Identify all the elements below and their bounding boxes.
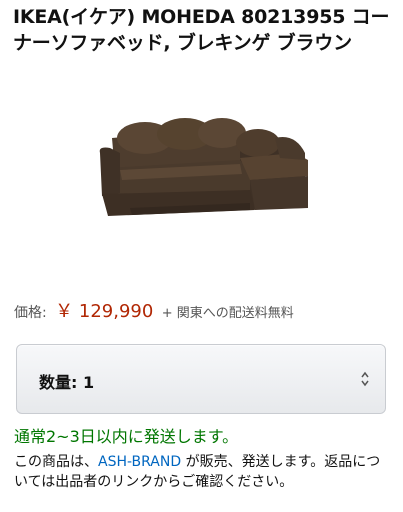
seller-link[interactable]: ASH-BRAND xyxy=(98,454,181,470)
price-value: ￥ 129,990 xyxy=(55,301,154,322)
quantity-label: 数量: 1 xyxy=(39,373,95,392)
up-down-chevron-icon xyxy=(361,371,369,387)
sofa-image xyxy=(99,118,308,216)
availability-status: 通常2~3日以内に発送します。 xyxy=(14,427,239,446)
product-title: IKEA(イケア) MOHEDA 80213955 コーナーソファベッド, ブレ… xyxy=(13,6,390,54)
seller-info: この商品は、ASH-BRAND が販売、発送します。返品については出品者のリンク… xyxy=(14,452,389,492)
product-image[interactable] xyxy=(90,98,315,228)
quantity-select[interactable]: 数量: 1 xyxy=(16,344,386,414)
seller-prefix: この商品は、 xyxy=(14,454,98,470)
shipping-info: + 関東への配送料無料 xyxy=(161,306,294,321)
price-label: 価格: xyxy=(14,305,47,321)
price-row: 価格: ￥ 129,990 + 関東への配送料無料 xyxy=(14,302,394,324)
